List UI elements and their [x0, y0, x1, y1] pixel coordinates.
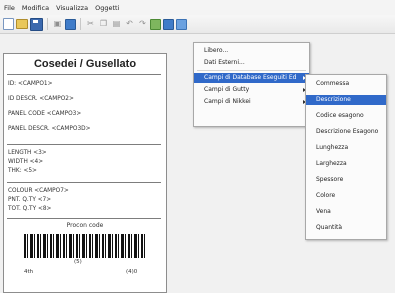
- menu-item-label: Campi di Database Eseguiti Ed: [204, 74, 297, 81]
- submenu: Commessa Descrizione Codice esagono Desc…: [305, 74, 387, 240]
- label-preview[interactable]: Cosedei / Gusellato ID: <CAMPO1> ID DESC…: [3, 53, 167, 293]
- menu-separator: [197, 70, 306, 71]
- submenu-item-colore[interactable]: Colore: [306, 191, 386, 201]
- submenu-item-larghezza[interactable]: Larghezza: [306, 159, 386, 169]
- submenu-item-commessa[interactable]: Commessa: [306, 79, 386, 89]
- redo-icon[interactable]: ↷: [137, 19, 148, 30]
- menu-modifica[interactable]: Modifica: [22, 4, 49, 12]
- menu-bar: File Modifica Visualizza Oggetti: [0, 0, 395, 15]
- submenu-item-descrizione-esagono[interactable]: Descrizione Esagono: [306, 127, 386, 137]
- submenu-item-descrizione[interactable]: Descrizione: [306, 95, 386, 105]
- barcode: [24, 234, 146, 258]
- open-folder-icon[interactable]: [16, 19, 28, 29]
- database-icon[interactable]: [163, 18, 174, 30]
- menu-file[interactable]: File: [4, 4, 15, 12]
- context-menu: Libero... Dati Esterni... Campi di Datab…: [193, 42, 310, 127]
- label-field-width: WIDTH <4>: [8, 159, 44, 165]
- toolbar-separator: [80, 18, 81, 30]
- submenu-item-vena[interactable]: Vena: [306, 207, 386, 217]
- label-field-id: ID: <CAMPO1>: [8, 81, 53, 87]
- label-field-pnt-qty: PNT. Q.TY <7>: [8, 197, 52, 203]
- barcode-caption: Procon code: [66, 222, 104, 229]
- copy-icon[interactable]: ❐: [98, 19, 109, 30]
- menu-item-campi-database[interactable]: Campi di Database Eseguiti Ed: [194, 73, 309, 83]
- submenu-item-spessore[interactable]: Spessore: [306, 175, 386, 185]
- label-field-panel-code: PANEL CODE <CAMPO3>: [8, 111, 82, 117]
- toolbar: ▣ ✂ ❐ ▤ ↶ ↷: [0, 15, 395, 34]
- label-field-length: LENGTH <3>: [8, 150, 47, 156]
- menu-item-label: Campi di Gutty: [204, 86, 250, 93]
- menu-visualizza[interactable]: Visualizza: [56, 4, 88, 12]
- divider: [7, 144, 161, 145]
- menu-oggetti[interactable]: Oggetti: [95, 4, 119, 12]
- submenu-item-codice-esagono[interactable]: Codice esagono: [306, 111, 386, 121]
- barcode-number: 4th: [24, 269, 34, 275]
- menu-item-campi-gutty[interactable]: Campi di Gutty: [194, 85, 309, 95]
- menu-item-libero[interactable]: Libero...: [194, 46, 309, 56]
- menu-item-campi-nikkei[interactable]: Campi di Nikkei: [194, 97, 309, 107]
- barcode-number: (4)0: [126, 269, 138, 275]
- menu-item-dati-esterni[interactable]: Dati Esterni...: [194, 58, 309, 68]
- save-icon[interactable]: [30, 17, 43, 31]
- paste-icon[interactable]: ▤: [111, 19, 122, 30]
- insert-object-icon[interactable]: [150, 18, 161, 30]
- label-field-id-descr: ID DESCR. <CAMPO2>: [8, 96, 74, 102]
- cut-icon[interactable]: ✂: [85, 19, 96, 30]
- toolbar-separator: [47, 18, 48, 30]
- divider: [7, 74, 161, 75]
- label-title: Cosedei / Gusellato: [33, 58, 137, 70]
- submenu-item-quantita[interactable]: Quantità: [306, 223, 386, 233]
- new-document-icon[interactable]: [3, 18, 14, 30]
- barcode-tool-icon[interactable]: [176, 18, 187, 30]
- label-field-panel-descr: PANEL DESCR. <CAMPO3D>: [8, 126, 91, 132]
- divider: [7, 218, 161, 219]
- label-field-colour: COLOUR <CAMPO7>: [8, 188, 69, 194]
- barcode-number: (5): [74, 259, 82, 265]
- print-icon[interactable]: ▣: [52, 19, 63, 30]
- label-field-thickness: THK: <5>: [8, 168, 37, 174]
- undo-icon[interactable]: ↶: [124, 19, 135, 30]
- submenu-item-lunghezza[interactable]: Lunghezza: [306, 143, 386, 153]
- divider: [7, 182, 161, 183]
- label-field-tot-qty: TOT. Q.TY <8>: [8, 206, 52, 212]
- print-preview-icon[interactable]: [65, 18, 76, 30]
- menu-item-label: Campi di Nikkei: [204, 98, 251, 105]
